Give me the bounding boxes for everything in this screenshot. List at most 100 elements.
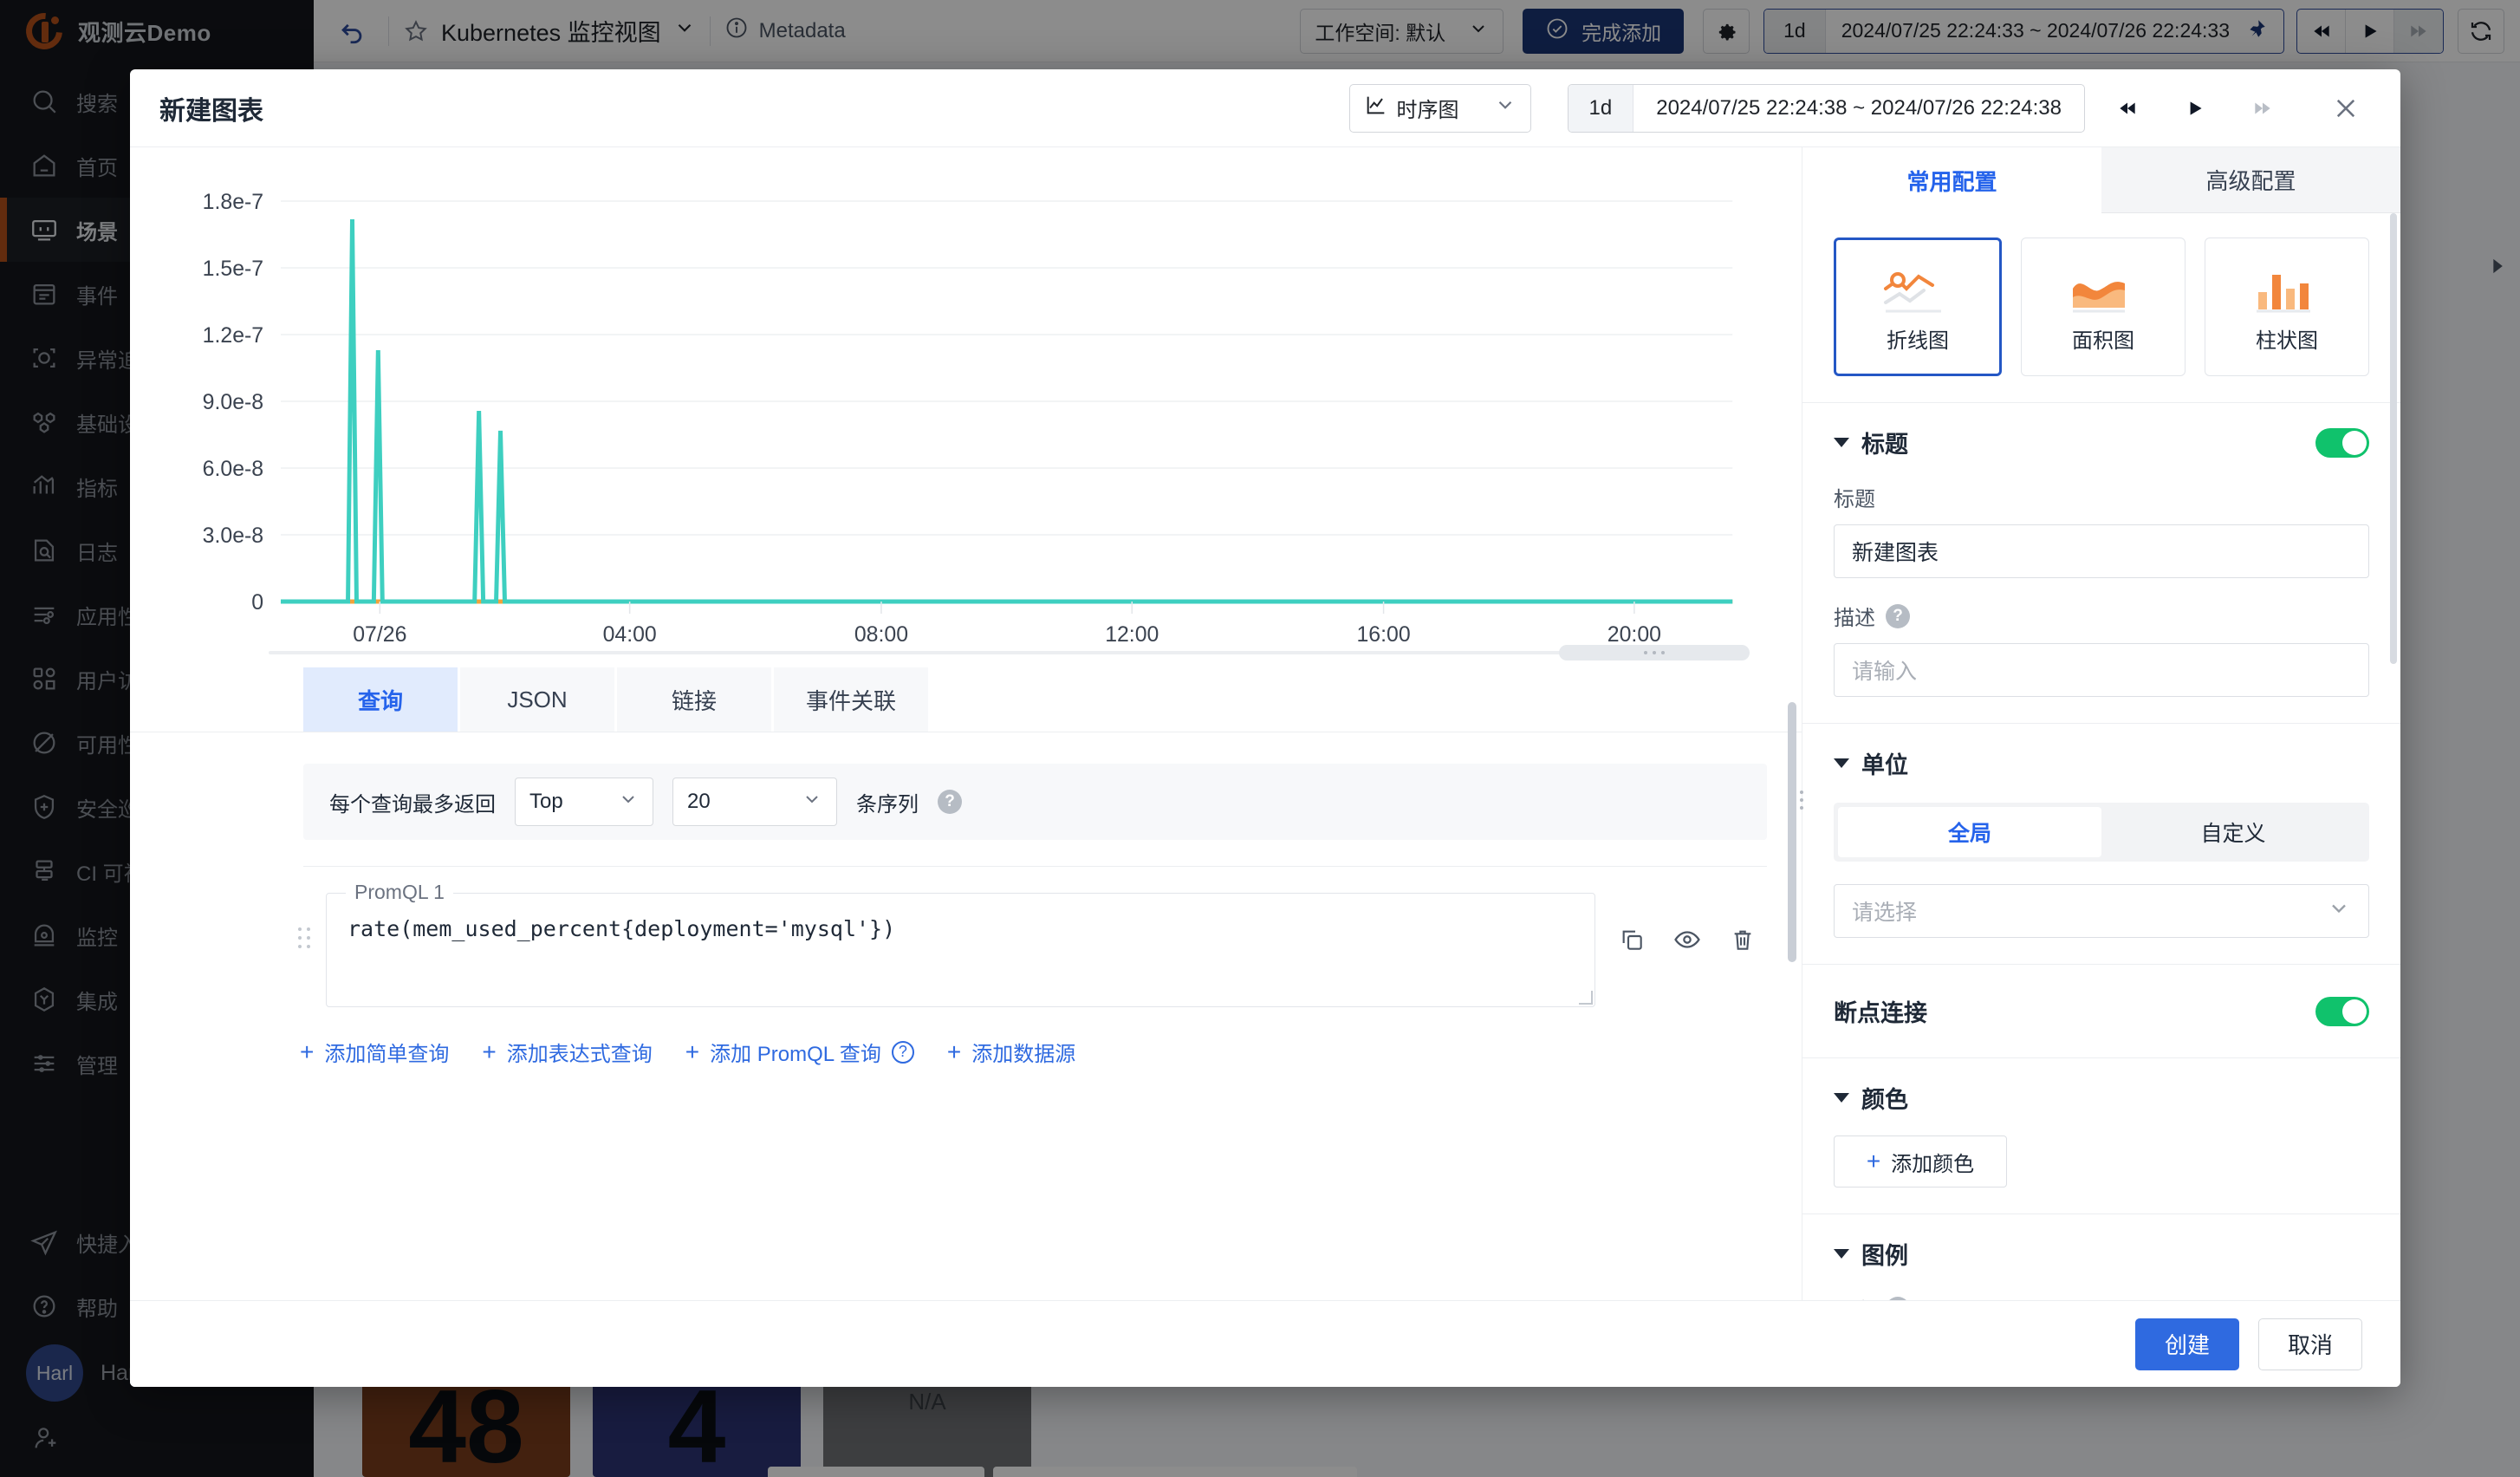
unit-select[interactable]: 请选择 [1834, 884, 2369, 938]
close-icon[interactable] [2321, 83, 2371, 133]
copy-icon[interactable] [1607, 915, 1656, 964]
promql-fieldset[interactable]: PromQL 1 rate(mem_used_percent{deploymen… [326, 893, 1595, 1007]
tab-label: JSON [507, 686, 567, 713]
promql-row-actions [1607, 893, 1767, 964]
tab-label: 高级配置 [2205, 164, 2296, 196]
settings-scrollbar[interactable] [2390, 213, 2397, 664]
bar-chart-icon [2250, 261, 2324, 315]
color-section-header[interactable]: 颜色 [1834, 1081, 2369, 1115]
add-color-label: 添加颜色 [1891, 1147, 1974, 1177]
area-chart-icon [2066, 261, 2140, 315]
pane-resize-grip[interactable] [1796, 780, 1808, 820]
unit-segment-global[interactable]: 全局 [1838, 807, 2101, 857]
viz-card-line[interactable]: 折线图 [1834, 237, 2002, 376]
eye-icon[interactable] [1663, 915, 1711, 964]
title-input[interactable]: 新建图表 [1834, 524, 2369, 578]
viz-card-label: 折线图 [1887, 323, 1949, 354]
left-pane-scrollbar[interactable] [1788, 702, 1796, 962]
alias-label-text: 别名 [1834, 1293, 1875, 1300]
title-section-header[interactable]: 标题 [1834, 426, 2369, 459]
topn-bar: 每个查询最多返回 Top 20 条序列 ? [303, 764, 1767, 840]
modal-title: 新建图表 [159, 89, 263, 127]
chart-preview: 1.8e-7 1.5e-7 1.2e-7 9.0e-8 6.0e-8 3.0e-… [130, 147, 1802, 667]
help-icon[interactable]: ? [892, 1041, 914, 1064]
add-color-button[interactable]: + 添加颜色 [1834, 1135, 2007, 1187]
plus-icon: + [685, 1040, 699, 1064]
svg-text:04:00: 04:00 [603, 622, 657, 647]
cancel-label: 取消 [2288, 1328, 2333, 1360]
unit-segment-custom[interactable]: 自定义 [2101, 807, 2365, 857]
add-simple-query-button[interactable]: + 添加简单查询 [300, 1037, 449, 1067]
add-datasource-button[interactable]: + 添加数据源 [947, 1037, 1075, 1067]
legend-section-header[interactable]: 图例 [1834, 1237, 2369, 1271]
add-link-label: 添加数据源 [971, 1037, 1075, 1067]
title-input-value: 新建图表 [1852, 536, 1939, 567]
resize-handle-icon[interactable] [1579, 991, 1593, 1005]
segment-label: 全局 [1948, 817, 1991, 848]
topn-prefix-label: 每个查询最多返回 [329, 787, 496, 817]
svg-text:1.2e-7: 1.2e-7 [203, 323, 263, 348]
topn-count-select[interactable]: 20 [672, 778, 837, 826]
rewind-icon[interactable] [2102, 84, 2153, 133]
svg-text:07/26: 07/26 [353, 622, 406, 647]
chevron-down-icon [1494, 94, 1517, 122]
play-icon[interactable] [2170, 84, 2220, 133]
caret-down-icon[interactable] [1834, 438, 1849, 447]
svg-text:08:00: 08:00 [854, 622, 908, 647]
modal-time-range-picker[interactable]: 1d 2024/07/25 22:24:38 ~ 2024/07/26 22:2… [1568, 84, 2085, 133]
tab-query[interactable]: 查询 [303, 667, 458, 732]
chevron-down-icon [2327, 896, 2351, 927]
modal-body: 1.8e-7 1.5e-7 1.2e-7 9.0e-8 6.0e-8 3.0e-… [130, 147, 2400, 1300]
viz-card-area[interactable]: 面积图 [2021, 237, 2186, 376]
tab-event-relation[interactable]: 事件关联 [774, 667, 928, 732]
modal-time-range-value: 2024/07/25 22:24:38 ~ 2024/07/26 22:24:3… [1633, 85, 2084, 132]
caret-down-icon[interactable] [1834, 1093, 1849, 1103]
desc-input[interactable]: 请输入 [1834, 643, 2369, 697]
cancel-button[interactable]: 取消 [2258, 1318, 2362, 1370]
alias-field-label: 别名 ? [1834, 1293, 2369, 1300]
breakpoint-toggle[interactable] [2315, 997, 2369, 1026]
viz-card-bar[interactable]: 柱状图 [2205, 237, 2369, 376]
settings-tabs: 常用配置 高级配置 [1802, 147, 2400, 213]
tab-label: 常用配置 [1906, 165, 1997, 197]
settings-pane: 常用配置 高级配置 [1802, 147, 2400, 1300]
help-icon[interactable]: ? [1886, 604, 1910, 628]
desc-input-placeholder: 请输入 [1852, 654, 1917, 686]
query-tabs: 查询 JSON 链接 事件关联 [130, 667, 1802, 732]
title-toggle[interactable] [2315, 428, 2369, 458]
caret-down-icon[interactable] [1834, 1249, 1849, 1259]
chart-horizontal-scrollbar[interactable] [269, 645, 1750, 659]
new-chart-modal: 新建图表 时序图 1d 2024/07/25 22:24:38 ~ 2024/0… [130, 69, 2400, 1387]
divider [303, 866, 1767, 867]
tab-label: 查询 [358, 684, 403, 716]
caret-down-icon[interactable] [1834, 758, 1849, 768]
svg-text:1.8e-7: 1.8e-7 [203, 190, 263, 214]
add-expression-query-button[interactable]: + 添加表达式查询 [482, 1037, 652, 1067]
topn-suffix-label: 条序列 [856, 787, 919, 817]
section-title: 标题 [1861, 426, 1908, 459]
add-promql-query-button[interactable]: + 添加 PromQL 查询 ? [685, 1037, 914, 1067]
drag-handle[interactable] [295, 893, 314, 948]
scrollbar-thumb[interactable] [1559, 645, 1750, 660]
chevron-down-icon [618, 789, 639, 816]
desc-label-text: 描述 [1834, 601, 1875, 631]
fast-forward-icon[interactable] [2237, 84, 2288, 133]
plus-icon: + [300, 1040, 314, 1064]
plus-icon: + [947, 1040, 961, 1064]
unit-section-header[interactable]: 单位 [1834, 746, 2369, 780]
trash-icon[interactable] [1718, 915, 1767, 964]
tab-common-settings[interactable]: 常用配置 [1802, 147, 2101, 213]
tab-link[interactable]: 链接 [617, 667, 771, 732]
chart-canvas[interactable]: 1.8e-7 1.5e-7 1.2e-7 9.0e-8 6.0e-8 3.0e-… [130, 166, 1767, 652]
help-icon[interactable]: ? [938, 790, 962, 814]
tab-advanced-settings[interactable]: 高级配置 [2101, 147, 2400, 213]
help-icon[interactable]: ? [1886, 1297, 1910, 1301]
viz-type-select[interactable]: 时序图 [1349, 84, 1531, 133]
create-button[interactable]: 创建 [2135, 1318, 2239, 1370]
svg-text:20:00: 20:00 [1607, 622, 1661, 647]
topn-mode-select[interactable]: Top [515, 778, 653, 826]
line-chart-icon [1364, 93, 1388, 123]
settings-scroll-area: 折线图 面积图 [1802, 213, 2400, 1300]
promql-expression[interactable]: rate(mem_used_percent{deployment='mysql'… [347, 916, 1574, 941]
tab-json[interactable]: JSON [460, 667, 614, 732]
